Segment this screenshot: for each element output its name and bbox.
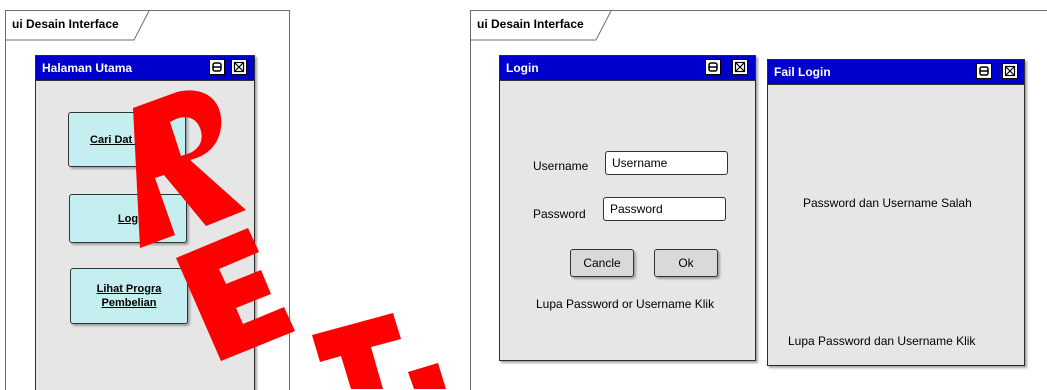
close-icon[interactable] [1002, 63, 1018, 79]
error-message: Password dan Username Salah [803, 196, 972, 210]
minimize-icon[interactable] [705, 59, 721, 75]
window-title: Login [506, 61, 539, 75]
cancel-label: Cancle [583, 256, 621, 270]
window-body: Password dan Username Salah Lupa Passwor… [768, 84, 1024, 365]
window-halaman-utama: Halaman Utama Cari Dat kum Log Lihat Pro… [35, 55, 255, 390]
watermark-letter-i-partial [408, 363, 446, 389]
frame-tab-right: ui Desain Interface [471, 11, 621, 41]
window-title-bar: Fail Login [768, 60, 1024, 84]
lihat-program-label-line2: Pembelian [101, 297, 157, 309]
window-fail-login: Fail Login Password dan Username Salah L… [767, 59, 1025, 366]
username-field[interactable]: Username [605, 151, 728, 175]
window-title-bar: Login [500, 56, 755, 80]
ok-button[interactable]: Ok [654, 249, 718, 277]
close-icon[interactable] [231, 59, 247, 75]
cancel-button[interactable]: Cancle [570, 249, 634, 277]
window-title: Halaman Utama [42, 61, 133, 75]
window-body: Cari Dat kum Log Lihat Progra Pembelian [36, 80, 254, 390]
password-field[interactable]: Password [603, 197, 726, 221]
forgot-link[interactable]: Lupa Password or Username Klik [536, 297, 714, 311]
frame-label: ui Desain Interface [477, 17, 584, 31]
login-label: Log [117, 212, 139, 225]
cari-data-button[interactable]: Cari Dat kum [68, 112, 186, 167]
lihat-program-label-line1: Lihat Progra [96, 283, 162, 295]
minimize-icon[interactable] [976, 63, 992, 79]
login-button[interactable]: Log [69, 194, 187, 243]
frame-tab-left: ui Desain Interface [6, 11, 156, 41]
cari-data-label: Cari Dat kum [90, 133, 164, 146]
forgot-link[interactable]: Lupa Password dan Username Klik [788, 334, 975, 348]
ok-label: Ok [678, 256, 694, 270]
password-label: Password [533, 207, 586, 221]
close-icon[interactable] [732, 59, 748, 75]
lihat-program-button[interactable]: Lihat Progra Pembelian [70, 268, 188, 324]
window-title: Fail Login [774, 65, 831, 79]
minimize-icon[interactable] [209, 59, 225, 75]
window-body: Username Username Password Password Canc… [500, 80, 755, 360]
window-login: Login Username Username Password Passwor… [499, 55, 756, 361]
username-label: Username [533, 159, 589, 173]
frame-label: ui Desain Interface [12, 17, 119, 31]
watermark-letter-t [312, 313, 401, 389]
window-title-bar: Halaman Utama [36, 56, 254, 80]
